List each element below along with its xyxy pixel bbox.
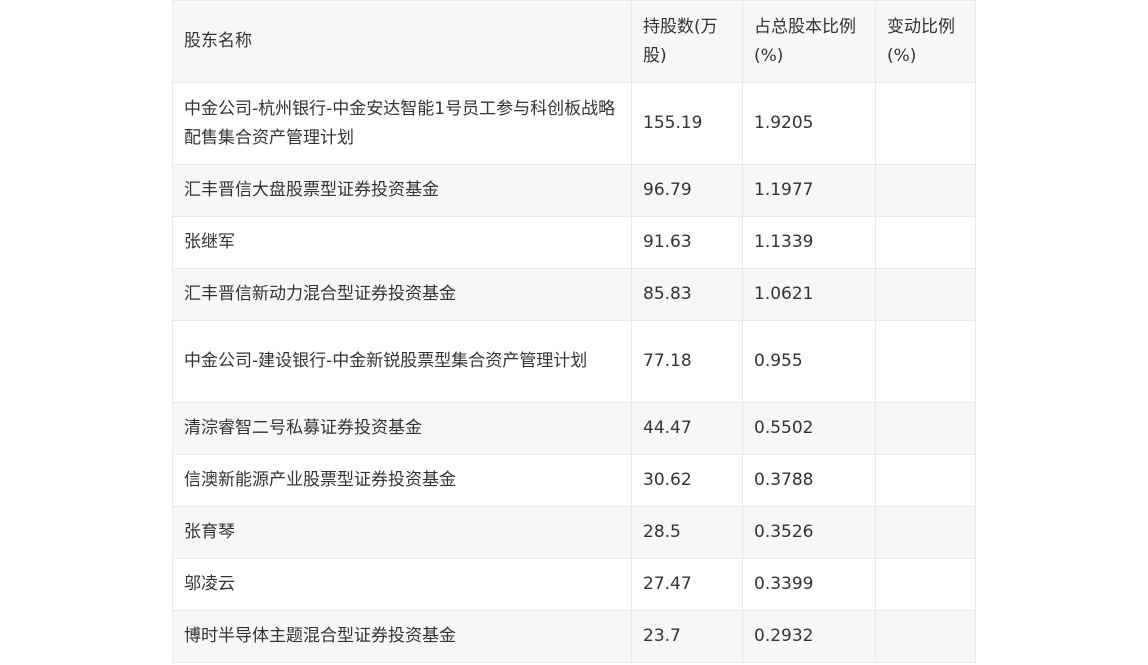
header-shareholder-name: 股东名称 bbox=[172, 0, 632, 83]
cell-shareholder-name: 信澳新能源产业股票型证券投资基金 bbox=[172, 454, 632, 507]
cell-ratio: 1.0621 bbox=[742, 268, 876, 321]
table-row: 张继军 91.63 1.1339 bbox=[172, 216, 976, 269]
cell-change bbox=[875, 164, 976, 217]
table-row: 汇丰晋信大盘股票型证券投资基金 96.79 1.1977 bbox=[172, 164, 976, 217]
header-change: 变动比例(%) bbox=[875, 0, 976, 83]
cell-shares: 27.47 bbox=[631, 558, 743, 611]
cell-ratio: 0.955 bbox=[742, 320, 876, 403]
cell-shareholder-name: 中金公司-建设银行-中金新锐股票型集合资产管理计划 bbox=[172, 320, 632, 403]
cell-shareholder-name: 中金公司-杭州银行-中金安达智能1号员工参与科创板战略配售集合资产管理计划 bbox=[172, 82, 632, 165]
cell-shares: 23.7 bbox=[631, 610, 743, 663]
cell-change bbox=[875, 454, 976, 507]
cell-shareholder-name: 汇丰晋信新动力混合型证券投资基金 bbox=[172, 268, 632, 321]
header-shares: 持股数(万股) bbox=[631, 0, 743, 83]
table-row: 清淙睿智二号私募证券投资基金 44.47 0.5502 bbox=[172, 402, 976, 455]
cell-change bbox=[875, 320, 976, 403]
cell-change bbox=[875, 558, 976, 611]
cell-ratio: 0.2932 bbox=[742, 610, 876, 663]
cell-change bbox=[875, 506, 976, 559]
cell-shares: 77.18 bbox=[631, 320, 743, 403]
table-row: 张育琴 28.5 0.3526 bbox=[172, 506, 976, 559]
cell-shares: 30.62 bbox=[631, 454, 743, 507]
cell-change bbox=[875, 610, 976, 663]
cell-ratio: 0.3399 bbox=[742, 558, 876, 611]
cell-shareholder-name: 汇丰晋信大盘股票型证券投资基金 bbox=[172, 164, 632, 217]
cell-ratio: 0.3526 bbox=[742, 506, 876, 559]
table-row: 博时半导体主题混合型证券投资基金 23.7 0.2932 bbox=[172, 610, 976, 663]
table-row: 汇丰晋信新动力混合型证券投资基金 85.83 1.0621 bbox=[172, 268, 976, 321]
cell-ratio: 0.3788 bbox=[742, 454, 876, 507]
cell-shares: 44.47 bbox=[631, 402, 743, 455]
cell-change bbox=[875, 82, 976, 165]
cell-shares: 155.19 bbox=[631, 82, 743, 165]
cell-shares: 91.63 bbox=[631, 216, 743, 269]
cell-shares: 28.5 bbox=[631, 506, 743, 559]
header-row: 股东名称 持股数(万股) 占总股本比例(%) 变动比例(%) bbox=[172, 0, 976, 83]
table-row: 邬凌云 27.47 0.3399 bbox=[172, 558, 976, 611]
cell-change bbox=[875, 402, 976, 455]
cell-shares: 96.79 bbox=[631, 164, 743, 217]
table-body: 中金公司-杭州银行-中金安达智能1号员工参与科创板战略配售集合资产管理计划 15… bbox=[172, 82, 976, 663]
table-header: 股东名称 持股数(万股) 占总股本比例(%) 变动比例(%) bbox=[172, 0, 976, 83]
cell-ratio: 0.5502 bbox=[742, 402, 876, 455]
cell-ratio: 1.1339 bbox=[742, 216, 876, 269]
table-row: 中金公司-杭州银行-中金安达智能1号员工参与科创板战略配售集合资产管理计划 15… bbox=[172, 82, 976, 165]
cell-change bbox=[875, 216, 976, 269]
shareholder-table-container: 股东名称 持股数(万股) 占总股本比例(%) 变动比例(%) 中金公司-杭州银行… bbox=[172, 0, 976, 663]
shareholder-table: 股东名称 持股数(万股) 占总股本比例(%) 变动比例(%) 中金公司-杭州银行… bbox=[172, 0, 976, 663]
cell-shareholder-name: 博时半导体主题混合型证券投资基金 bbox=[172, 610, 632, 663]
cell-shares: 85.83 bbox=[631, 268, 743, 321]
table-row: 信澳新能源产业股票型证券投资基金 30.62 0.3788 bbox=[172, 454, 976, 507]
cell-shareholder-name: 邬凌云 bbox=[172, 558, 632, 611]
cell-ratio: 1.1977 bbox=[742, 164, 876, 217]
cell-ratio: 1.9205 bbox=[742, 82, 876, 165]
table-row: 中金公司-建设银行-中金新锐股票型集合资产管理计划 77.18 0.955 bbox=[172, 320, 976, 403]
cell-shareholder-name: 张继军 bbox=[172, 216, 632, 269]
cell-shareholder-name: 清淙睿智二号私募证券投资基金 bbox=[172, 402, 632, 455]
header-ratio: 占总股本比例(%) bbox=[742, 0, 876, 83]
cell-change bbox=[875, 268, 976, 321]
cell-shareholder-name: 张育琴 bbox=[172, 506, 632, 559]
